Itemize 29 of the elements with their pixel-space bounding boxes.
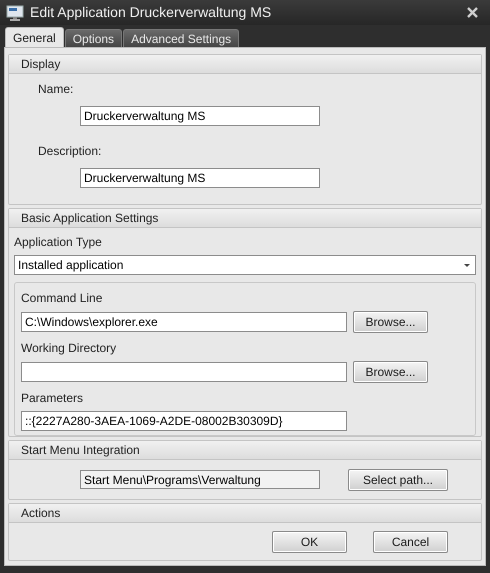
window-title: Edit Application Druckerverwaltung MS (30, 3, 272, 22)
application-type-dropdown[interactable]: Installed application (14, 255, 476, 275)
section-header: Start Menu Integration (9, 441, 481, 460)
ok-button[interactable]: OK (272, 530, 347, 552)
tab[interactable]: General (5, 27, 64, 47)
browse-button[interactable]: Browse... (353, 361, 428, 383)
close-icon[interactable] (467, 7, 478, 18)
field-label: Working Directory (21, 340, 118, 357)
section-header: Basic Application Settings (9, 209, 481, 228)
select-path-button[interactable]: Select path... (348, 468, 448, 490)
browse-button[interactable]: Browse... (353, 311, 428, 333)
dropdown-arrow-icon (464, 264, 470, 266)
parameters-field[interactable]: ::{2227A280-3AEA-1069-A2DE-08002B30309D} (21, 411, 347, 431)
field-label: Application Type (14, 234, 103, 251)
tab[interactable]: Advanced Settings (123, 29, 240, 47)
start-menu-path-field[interactable]: Start Menu\Programs\Verwaltung (80, 470, 320, 489)
cancel-button[interactable]: Cancel (373, 530, 448, 552)
field-label: Parameters (21, 390, 84, 407)
field-label: Command Line (21, 290, 104, 307)
field-label: Description: (38, 143, 102, 160)
field-label: Name: (38, 81, 74, 98)
monitor-icon (6, 4, 24, 20)
name-field[interactable]: Druckerverwaltung MS (80, 106, 320, 126)
command-line-field[interactable]: C:\Windows\explorer.exe (21, 312, 347, 332)
section-header: Actions (9, 504, 481, 523)
working-directory-field[interactable] (21, 362, 347, 382)
section-header: Display (9, 55, 481, 74)
tab[interactable]: Options (64, 29, 122, 47)
description-field[interactable]: Druckerverwaltung MS (80, 168, 320, 188)
